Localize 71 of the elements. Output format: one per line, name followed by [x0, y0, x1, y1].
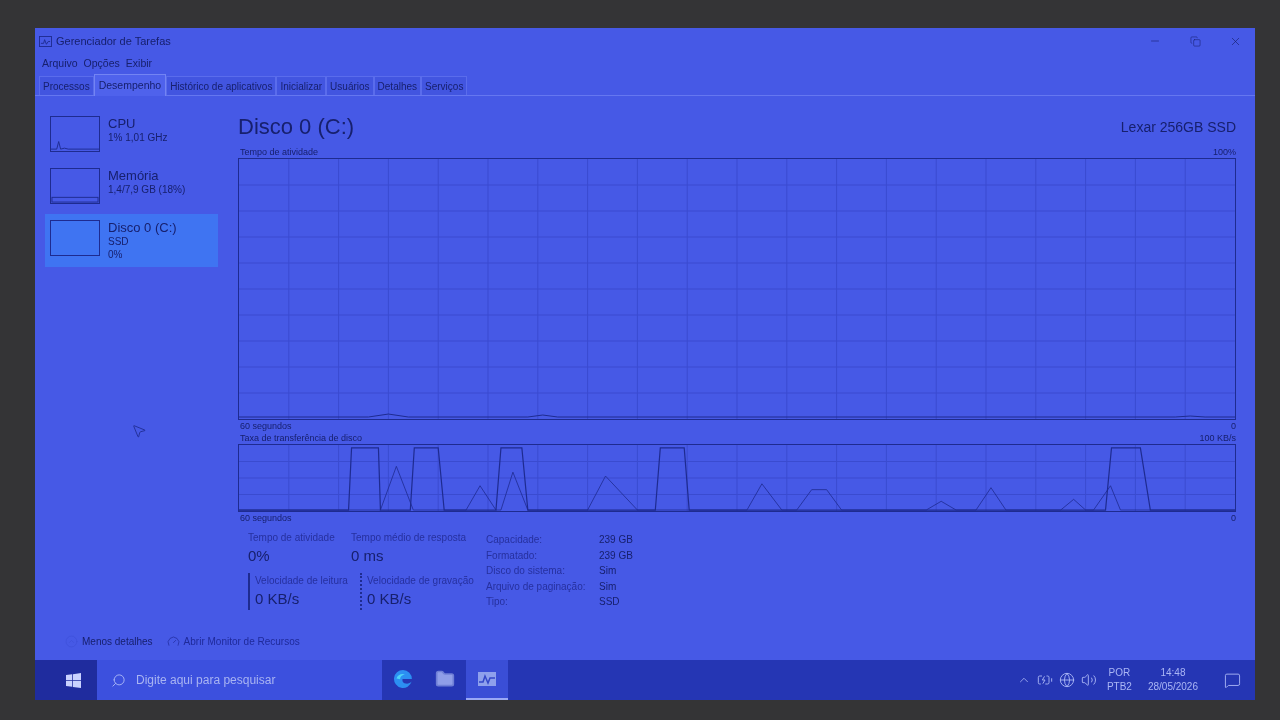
resource-monitor-link[interactable]: Abrir Monitor de Recursos — [166, 633, 300, 649]
mini-line-graph — [50, 168, 100, 204]
disk-model: Lexar 256GB SSD — [1120, 118, 1236, 137]
sidebar-item-detail: 0% — [108, 248, 124, 262]
graph-label: Tempo de atividade — [240, 146, 319, 158]
property-label: Tipo: — [486, 595, 509, 609]
menu-item[interactable]: Exibir — [122, 56, 156, 72]
task-manager-icon — [39, 35, 52, 47]
graph-min-label: 0 — [1231, 512, 1236, 524]
folder-icon — [435, 669, 455, 689]
graph-max-label: 100% — [1212, 146, 1236, 158]
graph-label: Taxa de transferência de disco — [240, 432, 363, 444]
menu-item[interactable]: Opções — [80, 56, 123, 72]
menu-item[interactable]: Arquivo — [39, 56, 81, 72]
property-value: Sim — [599, 564, 618, 578]
graph-time-label: 60 segundos — [240, 512, 292, 524]
property-value: 239 GB — [599, 548, 633, 563]
clock[interactable]: 14:48 28/05/2026 — [1141, 666, 1204, 694]
mini-line-graph — [50, 220, 100, 256]
volume-icon[interactable] — [1080, 672, 1097, 688]
stat-label: Tempo de atividade — [248, 531, 336, 545]
speed-value: 0 KB/s — [367, 588, 413, 609]
sidebar-item-name: Disco 0 (C:) — [108, 220, 177, 237]
graph-window-icon — [477, 669, 497, 689]
language-indicator[interactable]: POR PTB2 — [1102, 666, 1136, 694]
start-button[interactable] — [35, 660, 97, 700]
speed-value: 0 KB/s — [255, 588, 301, 609]
mouse-pointer-icon — [131, 423, 147, 439]
browser-icon — [393, 669, 413, 689]
tab[interactable]: Processos — [39, 76, 94, 95]
sidebar-item-name: CPU — [108, 116, 137, 133]
stat-value: 0 ms — [351, 546, 385, 566]
property-label: Arquivo de paginação: — [486, 579, 587, 594]
fewer-details-button[interactable]: Menos detalhes — [65, 633, 153, 649]
sidebar-item-name: Memória — [108, 168, 160, 185]
notification-icon[interactable] — [1224, 671, 1241, 689]
property-label: Disco do sistema: — [486, 564, 566, 578]
disk-title: Disco 0 (C:) — [238, 116, 355, 138]
property-value: SSD — [599, 595, 621, 609]
property-value: 239 GB — [599, 533, 633, 547]
search-icon — [111, 672, 126, 688]
tab[interactable]: Desempenho — [93, 74, 167, 96]
taskbar-app-button[interactable] — [466, 660, 508, 700]
tab[interactable]: Detalhes — [373, 76, 422, 95]
stat-value: 0% — [248, 546, 271, 566]
property-label: Formatado: — [486, 548, 539, 563]
window-title: Gerenciador de Tarefas — [56, 33, 171, 49]
tab[interactable]: Inicializar — [276, 76, 327, 95]
restore-icon — [1189, 35, 1201, 47]
property-label: Capacidade: — [486, 533, 544, 547]
sidebar-item[interactable]: Disco 0 (C:) SSD 0% — [45, 214, 218, 268]
sidebar-item-detail: 1% 1,01 GHz — [108, 132, 168, 145]
graph-min-label: 0 — [1231, 420, 1236, 432]
gauge-icon — [166, 634, 180, 648]
windows-logo-icon — [65, 672, 81, 688]
sidebar-item-detail: 1,4/7,9 GB (18%) — [108, 184, 186, 197]
speed-label: Velocidade de leitura — [255, 573, 349, 588]
property-value: Sim — [599, 579, 618, 594]
tab[interactable]: Usuários — [326, 76, 374, 95]
tab[interactable]: Histórico de aplicativos — [166, 76, 277, 95]
stat-label: Tempo médio de resposta — [351, 531, 468, 545]
sidebar-item[interactable]: CPU 1% 1,01 GHz — [45, 110, 218, 158]
graph-time-label: 60 segundos — [240, 420, 292, 432]
graph-max-label: 100 KB/s — [1199, 432, 1236, 444]
speed-label: Velocidade de gravação — [367, 573, 475, 588]
sidebar-item-detail: SSD — [108, 236, 130, 249]
globe-icon[interactable] — [1058, 672, 1075, 688]
mini-line-graph — [50, 116, 100, 152]
battery-icon[interactable] — [1036, 672, 1053, 688]
tab[interactable]: Serviços — [421, 76, 468, 95]
sidebar-item[interactable]: Memória 1,4/7,9 GB (18%) — [45, 162, 218, 210]
